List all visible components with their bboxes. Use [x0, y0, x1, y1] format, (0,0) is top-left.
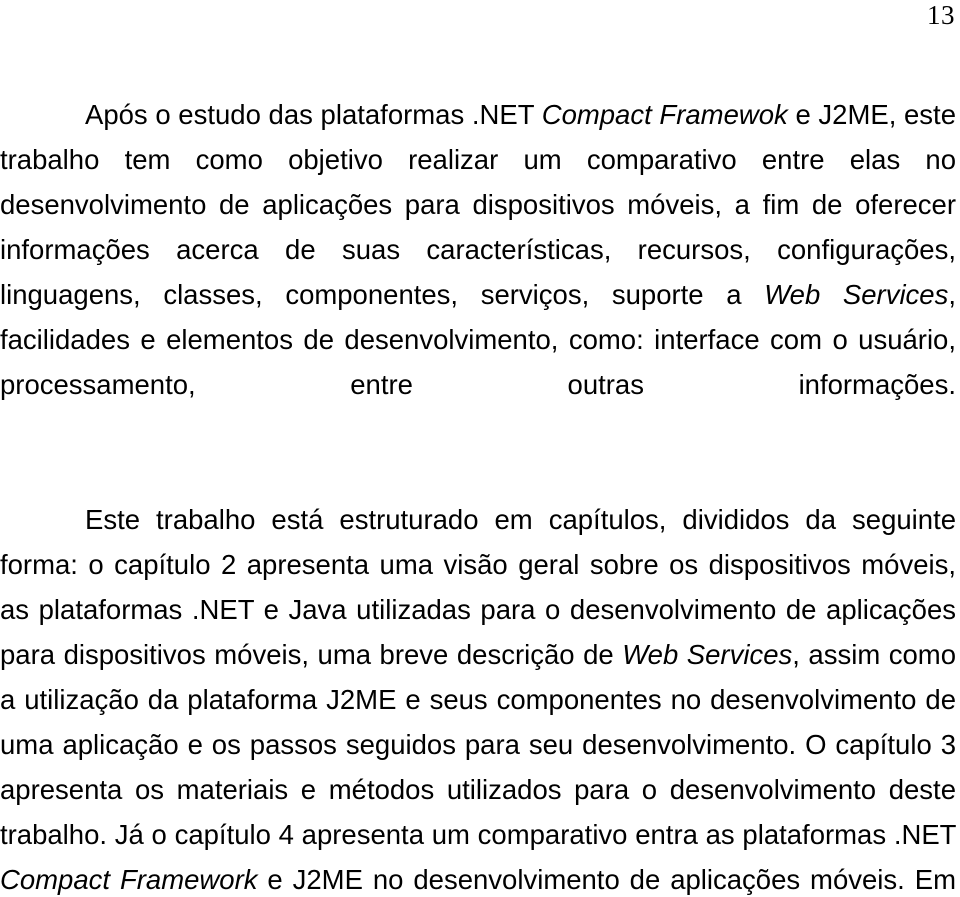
- paragraph-2: Este trabalho está estruturado em capítu…: [0, 497, 956, 897]
- italic-run: Compact Framewok: [541, 99, 788, 130]
- text-run: , assim como a utilização da plataforma …: [0, 639, 957, 850]
- page-header: 13: [0, 0, 955, 34]
- italic-run: Compact Framework: [0, 864, 258, 895]
- document-page: 13 Após o estudo das plataformas .NET Co…: [0, 0, 960, 897]
- body-text-block: Após o estudo das plataformas .NET Compa…: [0, 92, 956, 897]
- page-number: 13: [927, 0, 955, 30]
- italic-run: Web Services: [622, 639, 793, 670]
- text-run: Após o estudo das plataformas .NET: [85, 99, 542, 130]
- italic-run: Web Services: [764, 279, 949, 310]
- paragraph-1: Após o estudo das plataformas .NET Compa…: [0, 92, 956, 452]
